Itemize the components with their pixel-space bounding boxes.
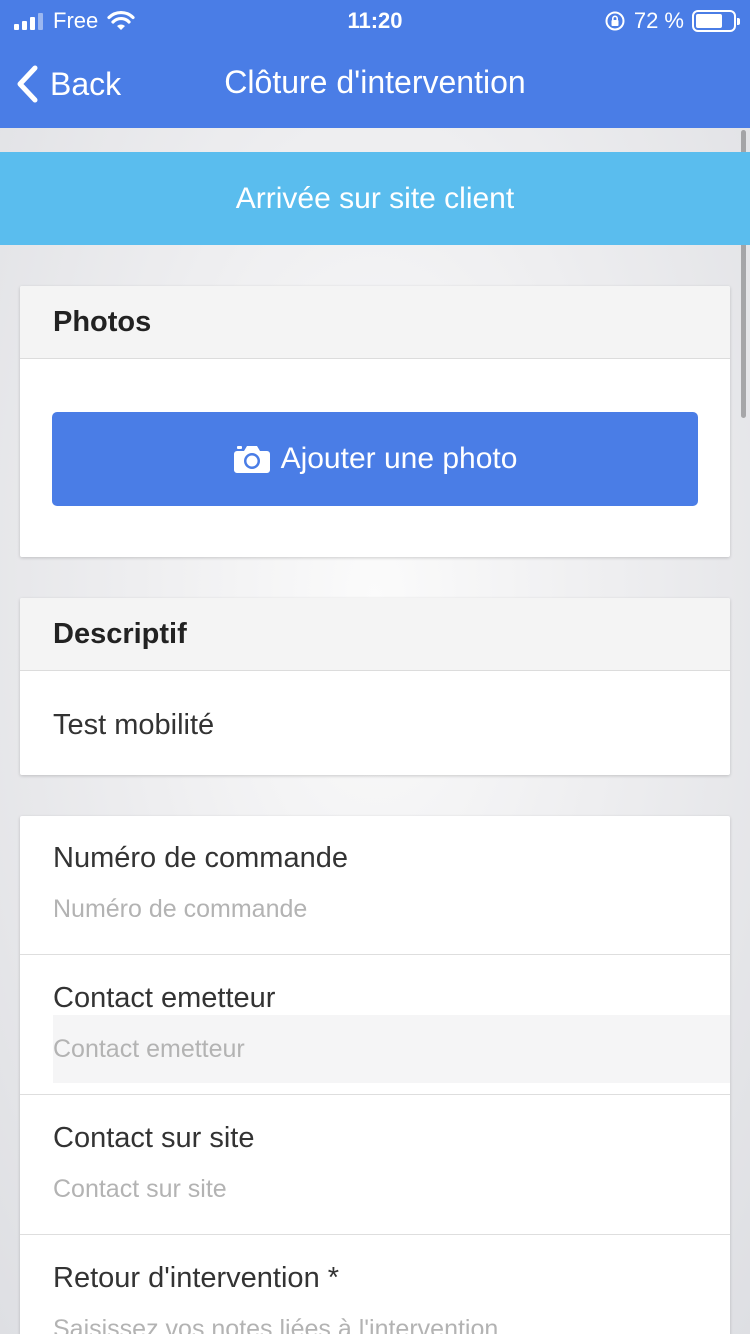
page-title: Clôture d'intervention (224, 64, 526, 100)
sender-contact-input[interactable] (53, 1015, 730, 1083)
intervention-feedback-input[interactable] (53, 1295, 730, 1334)
photos-card: Photos Ajouter une photo (20, 286, 730, 557)
descriptif-header: Descriptif (20, 598, 730, 671)
add-photo-button[interactable]: Ajouter une photo (52, 412, 698, 506)
battery-icon (692, 10, 740, 32)
order-number-label: Numéro de commande (53, 842, 348, 874)
add-photo-label: Ajouter une photo (280, 442, 518, 475)
battery-fill (696, 14, 722, 28)
arrival-banner-label: Arrivée sur site client (235, 181, 515, 215)
order-number-input[interactable] (53, 875, 730, 943)
sender-contact-label: Contact emetteur (53, 982, 276, 1014)
site-contact-input[interactable] (53, 1155, 730, 1223)
site-contact-field: Contact sur site (20, 1095, 730, 1235)
nav-bar: Back Clôture d'intervention (0, 40, 750, 128)
site-contact-label: Contact sur site (53, 1122, 255, 1154)
sender-contact-field: Contact emetteur (20, 955, 730, 1095)
battery-percent: 72 % (633, 8, 684, 33)
camera-icon (233, 446, 270, 473)
rotation-lock-icon (605, 11, 625, 31)
intervention-feedback-label: Retour d'intervention * (53, 1262, 340, 1294)
arrival-banner-button[interactable]: Arrivée sur site client (0, 152, 750, 245)
order-number-field: Numéro de commande (20, 816, 730, 955)
photos-header: Photos (20, 286, 730, 359)
intervention-feedback-field: Retour d'intervention * (20, 1235, 730, 1334)
descriptif-text: Test mobilité (53, 709, 215, 741)
top-bar: Free 11:20 72 % Back Clôture d'intervent… (0, 0, 750, 128)
status-bar: Free 11:20 72 % (0, 0, 750, 40)
status-right: 72 % (604, 8, 740, 34)
descriptif-card: Descriptif Test mobilité (20, 598, 730, 775)
intervention-form: Numéro de commande Contact emetteur Cont… (20, 816, 730, 1334)
